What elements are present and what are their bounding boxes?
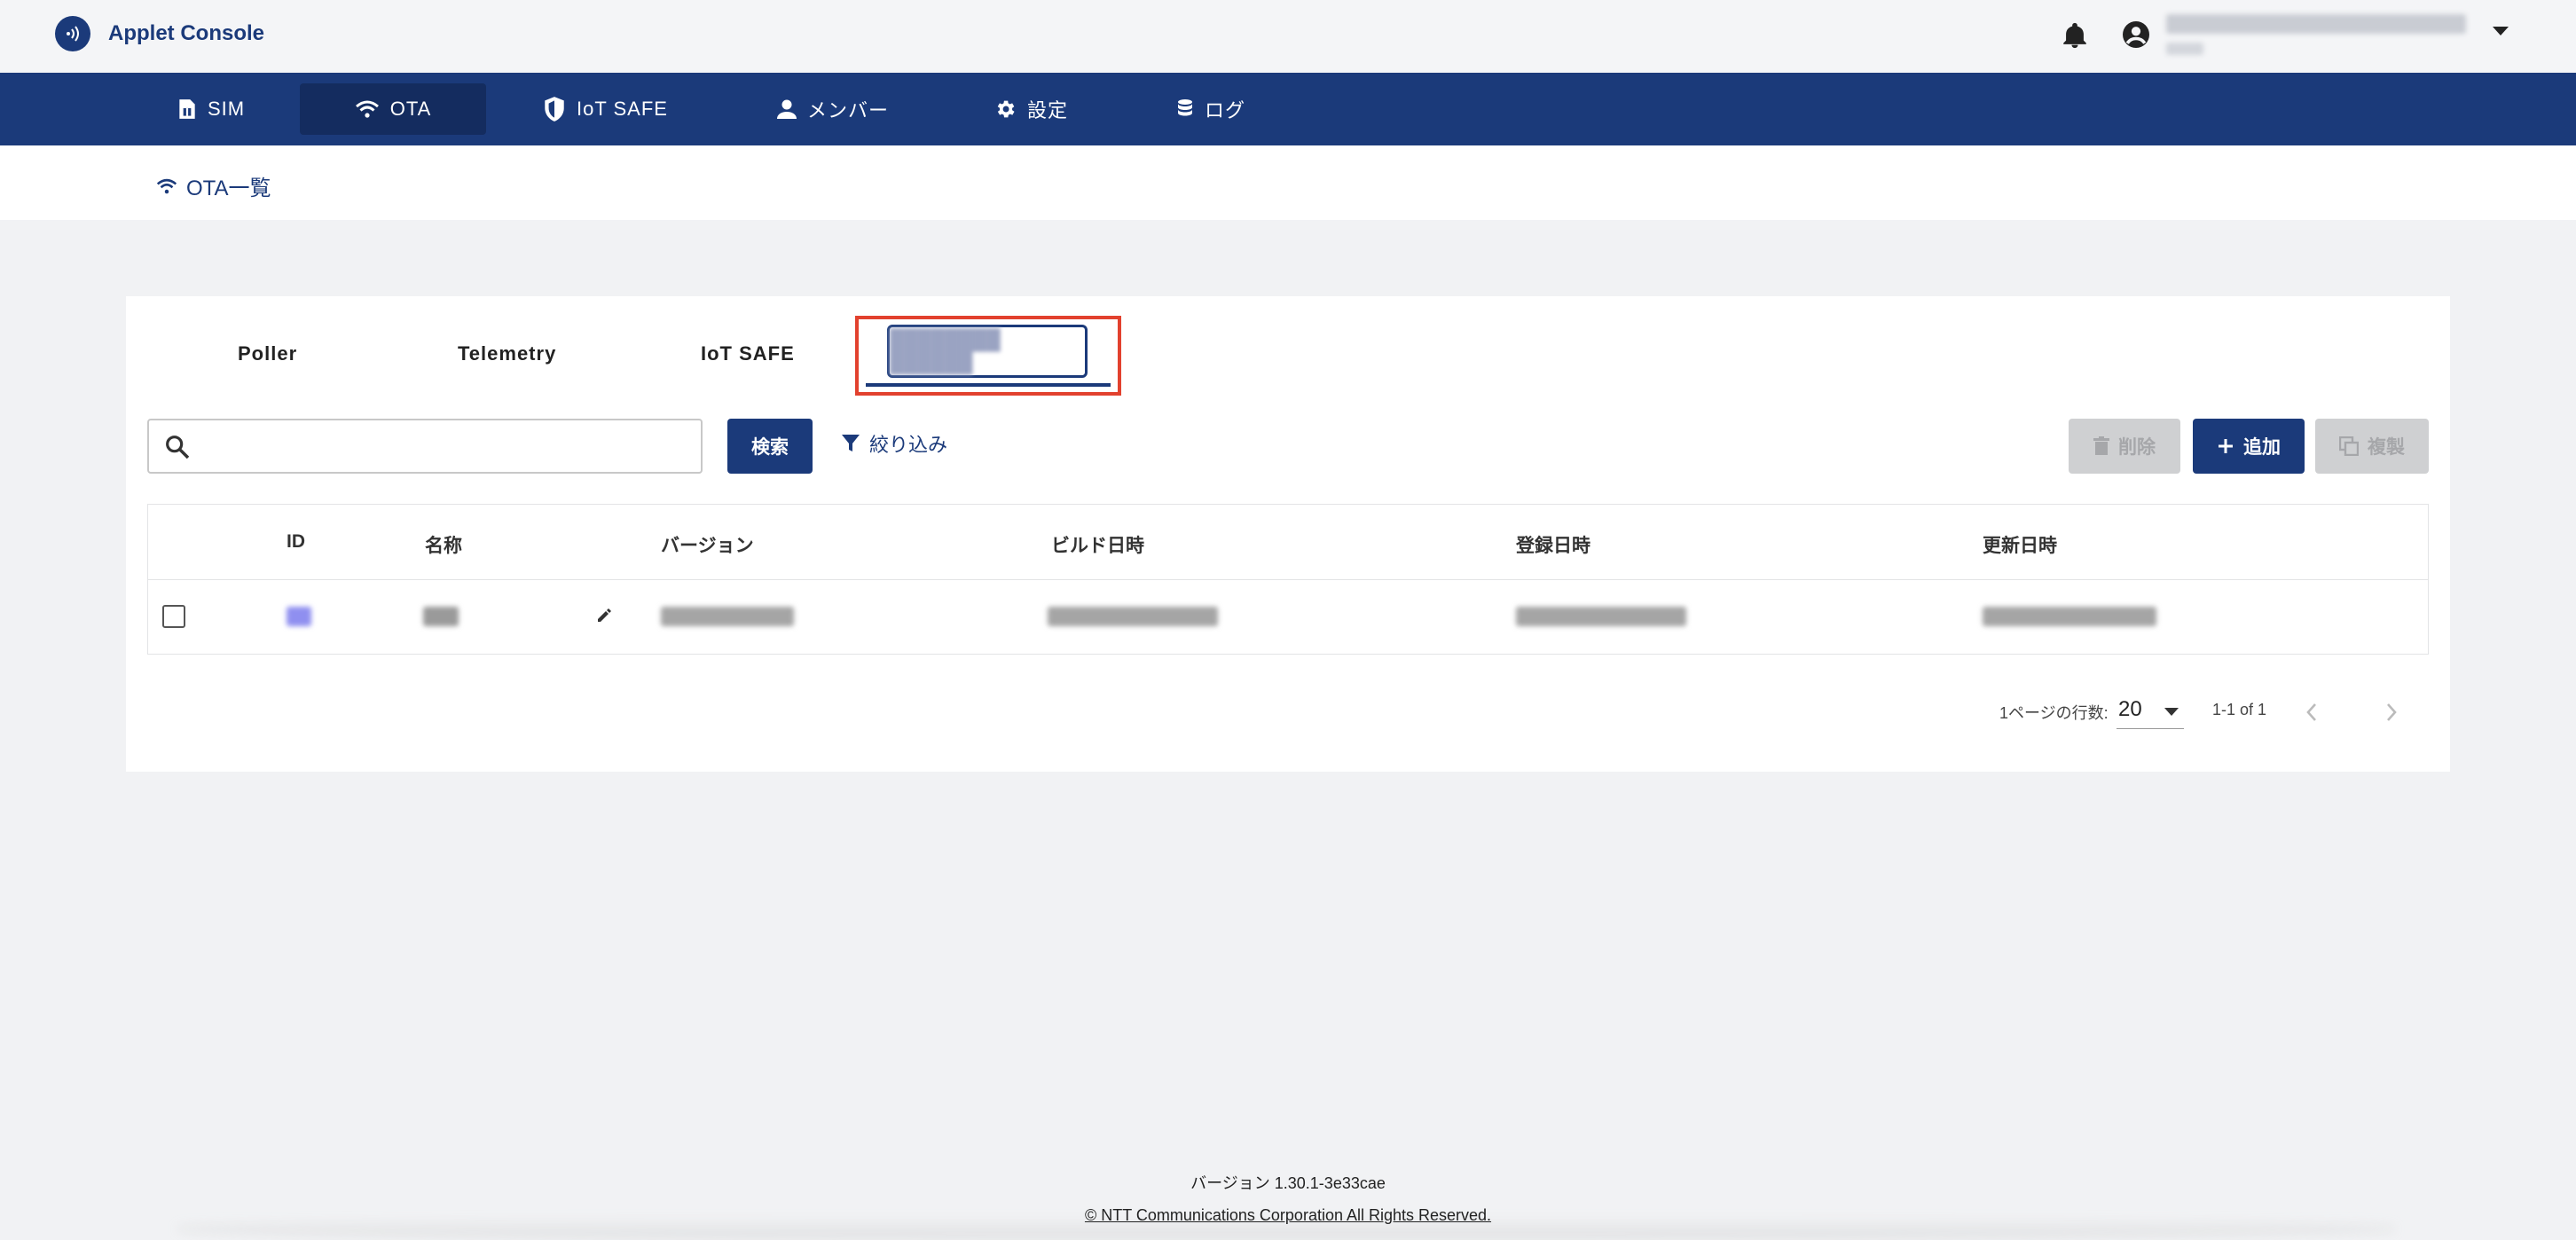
column-header-registered[interactable]: 登録日時 (1516, 531, 1590, 558)
nav-label: 設定 (1027, 99, 1069, 122)
pagination-range: 1-1 of 1 (2212, 701, 2267, 718)
rows-per-page-value: 20 (2118, 697, 2142, 721)
tab-label-redacted: ████████ ██████ (890, 328, 1001, 373)
add-label: 追加 (2243, 437, 2281, 458)
delete-label: 削除 (2118, 437, 2156, 458)
app-logo-icon[interactable] (55, 16, 90, 51)
filter-button[interactable]: 絞り込み (841, 429, 947, 458)
account-line-redacted (2166, 43, 2203, 55)
sim-card-icon (179, 99, 195, 119)
caret-down-icon (2164, 708, 2179, 716)
nav-item-members[interactable]: メンバー (759, 83, 907, 135)
breadcrumb-bar: OTA一覧 (0, 145, 2576, 220)
column-header-updated[interactable]: 更新日時 (1983, 531, 2057, 558)
trash-icon (2093, 436, 2109, 455)
duplicate-label: 複製 (2368, 437, 2405, 458)
row-updated-redacted (1983, 607, 2156, 626)
nav-label: メンバー (807, 99, 890, 122)
edit-icon[interactable] (595, 607, 613, 629)
chevron-right-icon[interactable] (2384, 702, 2399, 726)
wifi-icon (355, 100, 379, 118)
row-build-date-redacted (1048, 607, 1218, 626)
filter-label: 絞り込み (869, 434, 948, 456)
tab-iot-safe[interactable]: IoT SAFE (701, 342, 795, 365)
shield-icon (545, 97, 564, 122)
table-row[interactable] (148, 579, 2428, 654)
breadcrumb-label: OTA一覧 (186, 177, 271, 200)
footer-version: バージョン 1.30.1-3e33cae (1190, 1174, 1386, 1192)
chevron-left-icon[interactable] (2305, 702, 2319, 726)
row-name-redacted (423, 607, 459, 626)
nav-label: IoT SAFE (577, 98, 668, 120)
nav-label: SIM (208, 98, 246, 120)
column-header-version[interactable]: バージョン (661, 531, 754, 558)
footer: バージョン 1.30.1-3e33cae © NTT Communication… (0, 1171, 2576, 1225)
duplicate-button[interactable]: 複製 (2315, 419, 2429, 474)
plus-icon (2219, 439, 2233, 453)
ota-list-card: Poller Telemetry IoT SAFE ████████ █████… (126, 296, 2450, 772)
main-nav: SIM OTA IoT SAFE メンバー 設定 ログ (0, 73, 2576, 145)
copy-icon (2339, 436, 2359, 456)
caret-down-icon[interactable] (2493, 27, 2509, 35)
tab-indicator (866, 383, 1111, 387)
search-icon (166, 436, 190, 459)
filter-icon (842, 435, 860, 451)
add-button[interactable]: 追加 (2193, 419, 2305, 474)
delete-button[interactable]: 削除 (2069, 419, 2180, 474)
nav-label: ログ (1205, 99, 1246, 122)
row-version-redacted (661, 607, 794, 626)
column-header-id[interactable]: ID (287, 531, 305, 553)
nav-item-iot-safe[interactable]: IoT SAFE (525, 83, 686, 135)
tab-poller[interactable]: Poller (238, 342, 297, 365)
nav-item-ota[interactable]: OTA (300, 83, 486, 135)
row-registered-redacted (1516, 607, 1686, 626)
rows-per-page-label: 1ページの行数: (1999, 704, 2109, 722)
gear-icon (997, 100, 1015, 118)
footer-copyright-link[interactable]: © NTT Communications Corporation All Rig… (0, 1206, 2576, 1225)
search-button[interactable]: 検索 (727, 419, 813, 474)
account-circle-icon[interactable] (2120, 19, 2152, 51)
nav-item-settings[interactable]: 設定 (976, 83, 1086, 135)
breadcrumb[interactable]: OTA一覧 (156, 170, 271, 201)
ota-table: ID 名称 バージョン ビルド日時 登録日時 更新日時 (147, 504, 2429, 655)
tab-redacted-selected[interactable]: ████████ ██████ (887, 325, 1088, 378)
tab-telemetry[interactable]: Telemetry (458, 342, 556, 365)
rows-per-page-select[interactable]: 20 (2117, 694, 2184, 729)
app-title: Applet Console (108, 21, 265, 45)
search-field[interactable] (147, 419, 703, 474)
person-icon (777, 99, 797, 119)
wifi-icon (156, 178, 177, 193)
column-header-name[interactable]: 名称 (425, 531, 462, 558)
database-icon (1178, 99, 1192, 116)
nav-item-logs[interactable]: ログ (1158, 83, 1263, 135)
top-bar: Applet Console (0, 0, 2576, 73)
row-id-redacted[interactable] (287, 607, 311, 626)
nav-label: OTA (389, 98, 432, 120)
bell-icon[interactable] (2060, 20, 2090, 51)
account-line-redacted (2166, 14, 2466, 34)
column-header-build-date[interactable]: ビルド日時 (1051, 531, 1144, 558)
account-email-redacted[interactable] (2166, 11, 2468, 60)
search-input[interactable] (202, 429, 690, 465)
nav-item-sim[interactable]: SIM (160, 83, 263, 135)
row-checkbox[interactable] (162, 605, 185, 628)
